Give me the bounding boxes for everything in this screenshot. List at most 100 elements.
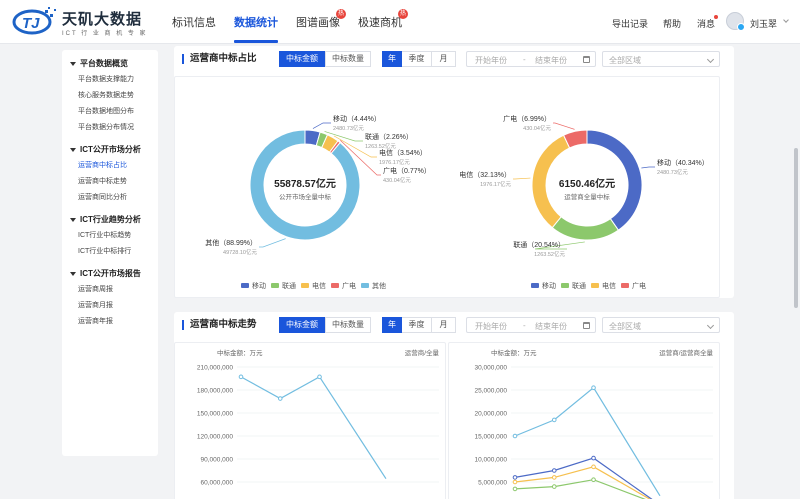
sidebar-group-trend[interactable]: ICT行业趋势分析: [70, 214, 141, 225]
data-point[interactable]: [238, 374, 244, 380]
legend-label[interactable]: 电信: [602, 281, 616, 290]
trend-chart-left: 中标金额：万元 运营商/全量 60,000,000 90,000,000 120,000…: [174, 342, 446, 499]
nav-tab-graph[interactable]: 图谱画像: [296, 14, 340, 30]
legend-label[interactable]: 联通: [572, 281, 586, 290]
metric-tab-count[interactable]: 中标数量: [325, 317, 371, 333]
period-tab-year[interactable]: 年: [382, 317, 402, 333]
year-range-picker[interactable]: 开始年份 - 结束年份: [466, 317, 596, 333]
svg-text:TJ: TJ: [22, 15, 40, 32]
data-point[interactable]: [551, 475, 557, 480]
y-tick-label: 20,000,000: [474, 411, 507, 418]
panel-title: 运营商中标走势: [182, 320, 257, 330]
help-link[interactable]: 帮助: [663, 17, 681, 30]
nav-active-underline: [234, 40, 278, 43]
period-tab-month[interactable]: 月: [432, 317, 456, 333]
period-tab-quarter[interactable]: 季度: [402, 51, 432, 67]
period-tab-month[interactable]: 月: [432, 51, 456, 67]
donut-slice-联通[interactable]: [551, 216, 620, 241]
slice-amount-label: 2480.73亿元: [657, 168, 688, 176]
export-records-link[interactable]: 导出记录: [612, 17, 648, 30]
chevron-down-icon[interactable]: [783, 17, 789, 23]
end-year-input[interactable]: 结束年份: [535, 55, 567, 66]
leader-line: [259, 238, 286, 248]
sidebar-item[interactable]: 运营商月报: [78, 300, 113, 310]
sidebar-item[interactable]: 运营商中标走势: [78, 176, 127, 186]
unit-label: 中标金额：万元: [217, 348, 263, 357]
data-point[interactable]: [551, 468, 557, 473]
y-tick-label: 30,000,000: [474, 365, 507, 372]
sidebar-item[interactable]: 运营商周报: [78, 284, 113, 294]
region-select[interactable]: 全部区域: [602, 51, 720, 67]
donut-charts-area: 移动（4.44%） 2480.73亿元 联通（2.26%） 1263.52亿元 电信（3…: [174, 76, 720, 298]
sidebar-item-active[interactable]: 运营商中标占比: [78, 160, 127, 170]
year-range-picker[interactable]: 开始年份 - 结束年份: [466, 51, 596, 67]
donut-center-value: 55878.57亿元: [274, 177, 336, 190]
data-point[interactable]: [551, 417, 557, 423]
share-panel: 运营商中标占比 中标金额 中标数量 年 季度 月 开始年份 - 结束年份 全部区…: [174, 46, 734, 298]
legend-label[interactable]: 广电: [632, 281, 646, 290]
data-point[interactable]: [591, 385, 596, 391]
sidebar-item[interactable]: ICT行业中标趋势: [78, 230, 131, 240]
metric-tab-amount[interactable]: 中标金额: [279, 51, 325, 67]
brand-logo[interactable]: TJ 天矶大数据 ICT 行 业 商 机 专 家: [12, 6, 172, 38]
messages-link[interactable]: 消息: [697, 17, 715, 30]
y-tick-label: 150,000,000: [197, 411, 234, 418]
donut-center-label: 公开市场全量中标: [279, 192, 332, 201]
metric-tab-amount[interactable]: 中标金额: [279, 317, 325, 333]
caret-down-icon: [70, 147, 76, 152]
data-point[interactable]: [512, 479, 518, 485]
slice-amount-label: 1263.52亿元: [365, 142, 396, 150]
data-point[interactable]: [551, 484, 557, 489]
sidebar-item[interactable]: 运营商同比分析: [78, 192, 127, 202]
period-tab-year[interactable]: 年: [382, 51, 402, 67]
range-separator: -: [523, 321, 526, 330]
data-point[interactable]: [512, 475, 518, 480]
legend-label[interactable]: 广电: [342, 281, 356, 290]
sidebar-group-report[interactable]: ICT公开市场报告: [70, 268, 141, 279]
start-year-input[interactable]: 开始年份: [475, 55, 507, 66]
hot-badge: 热: [336, 9, 346, 19]
data-point[interactable]: [512, 433, 518, 439]
legend-label[interactable]: 移动: [542, 281, 556, 290]
legend-label[interactable]: 联通: [282, 281, 296, 290]
sidebar-item[interactable]: 平台数据支撑能力: [78, 74, 134, 84]
sidebar-item[interactable]: 运营商年报: [78, 316, 113, 326]
sidebar-group-overview[interactable]: 平台数据概览: [70, 58, 128, 69]
slice-amount-label: 1976.17亿元: [480, 180, 511, 188]
nav-tab-statistics[interactable]: 数据统计: [234, 14, 278, 30]
period-tab-quarter[interactable]: 季度: [402, 317, 432, 333]
scope-label: 运营商/全量: [405, 348, 440, 357]
sidebar-item[interactable]: 平台数据分布情况: [78, 122, 134, 132]
legend-swatch: [271, 283, 279, 288]
scope-label: 运营商/运营商全量: [659, 348, 713, 357]
end-year-input[interactable]: 结束年份: [535, 321, 567, 332]
data-point[interactable]: [591, 464, 596, 470]
region-select[interactable]: 全部区域: [602, 317, 720, 333]
slice-percent-label: 联通（20.54%）: [513, 240, 565, 249]
line-chart-svg: 中标金额：万元 运营商/全量 60,000,000 90,000,000 120,000…: [197, 348, 440, 487]
calendar-icon: [583, 322, 590, 329]
data-point[interactable]: [317, 374, 322, 380]
sidebar-item[interactable]: ICT行业中标排行: [78, 246, 131, 256]
sidebar: 平台数据概览 平台数据支撑能力 核心服务数据走势 平台数据地图分布 平台数据分布…: [62, 50, 158, 456]
caret-down-icon: [70, 217, 76, 222]
legend-swatch: [301, 283, 309, 288]
sidebar-item[interactable]: 平台数据地图分布: [78, 106, 134, 116]
panel-title: 运营商中标占比: [182, 54, 257, 64]
data-point[interactable]: [591, 455, 596, 461]
legend-swatch: [361, 283, 369, 288]
data-point[interactable]: [591, 477, 596, 482]
start-year-input[interactable]: 开始年份: [475, 321, 507, 332]
sidebar-item[interactable]: 核心服务数据走势: [78, 90, 134, 100]
nav-tab-opportunity[interactable]: 极速商机: [358, 14, 402, 30]
metric-tab-count[interactable]: 中标数量: [325, 51, 371, 67]
legend-label[interactable]: 电信: [312, 281, 326, 290]
legend-label[interactable]: 其他: [372, 281, 386, 290]
data-point[interactable]: [512, 486, 518, 492]
nav-tab-news[interactable]: 标讯信息: [172, 14, 216, 30]
legend-label[interactable]: 移动: [252, 281, 266, 290]
data-point[interactable]: [277, 396, 283, 401]
user-name[interactable]: 刘玉翠: [750, 17, 777, 30]
sidebar-group-market[interactable]: ICT公开市场分析: [70, 144, 141, 155]
page-scrollbar-thumb[interactable]: [794, 148, 798, 308]
